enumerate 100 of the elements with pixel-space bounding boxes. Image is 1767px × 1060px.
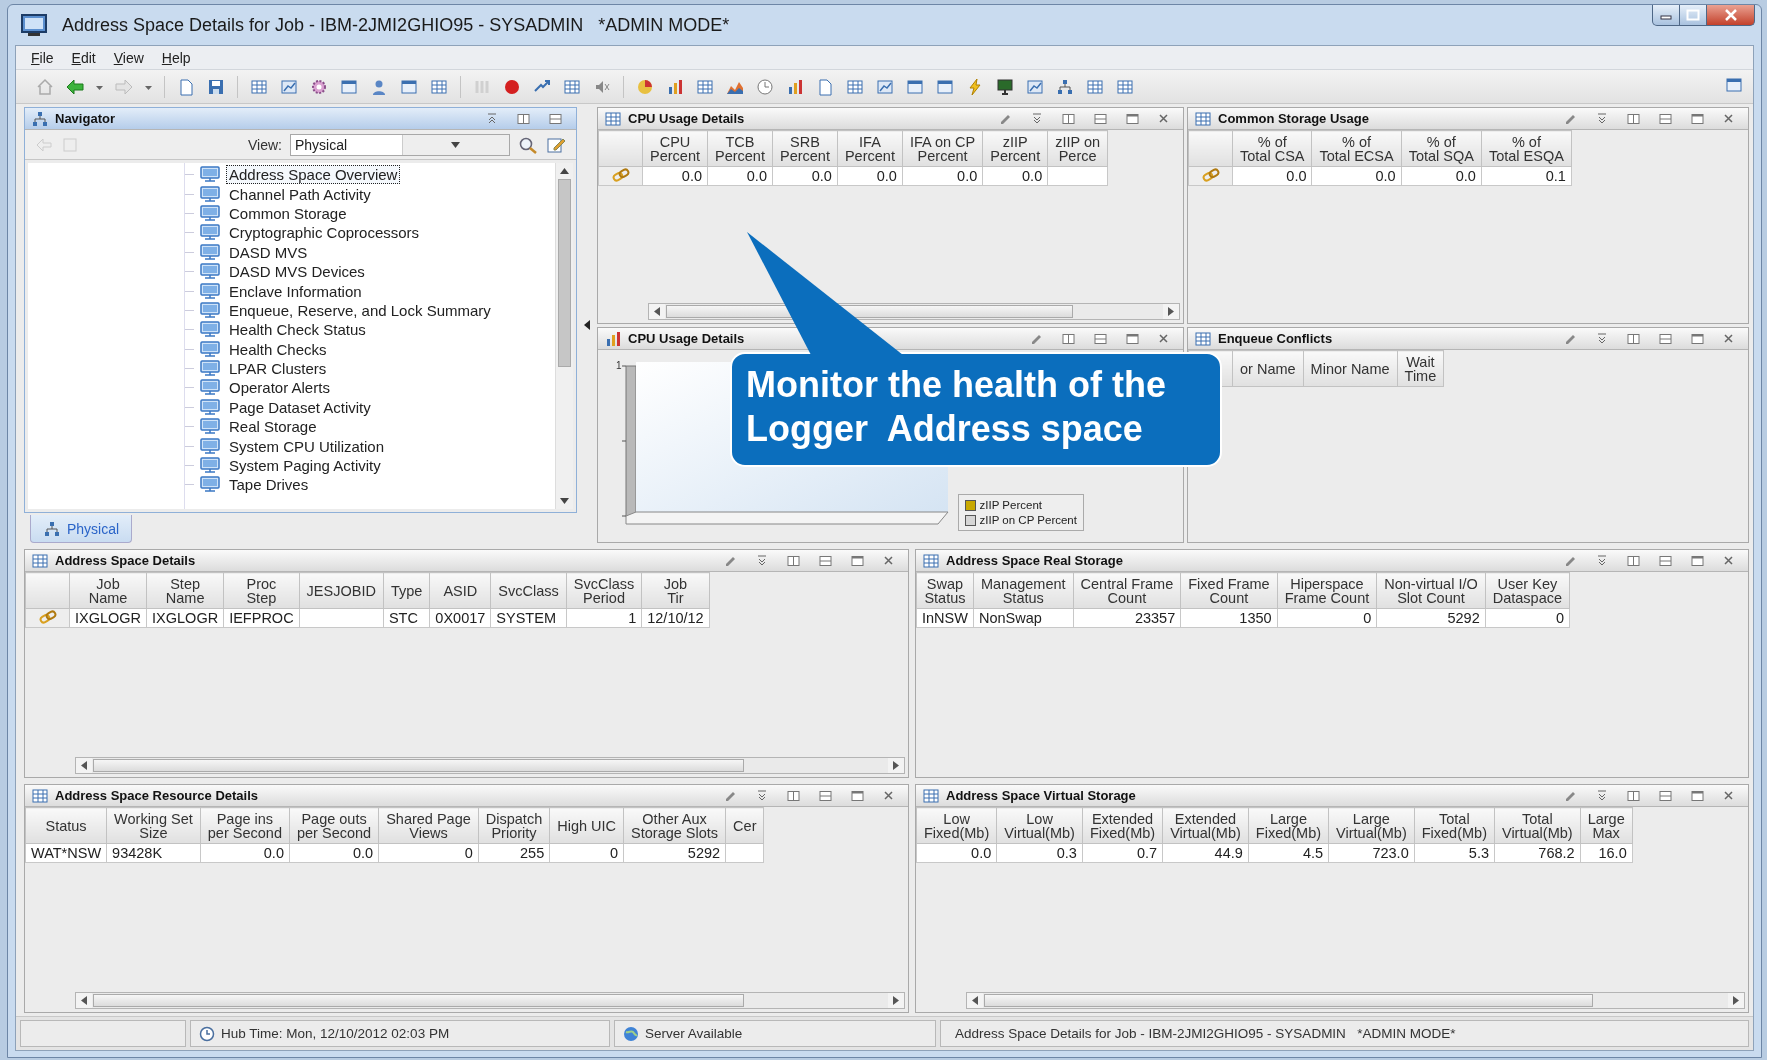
column-header[interactable]: Extended Virtual(Mb) [1162,807,1249,844]
menu-item[interactable]: Edit [64,47,103,68]
pencil-icon[interactable] [725,554,737,567]
maximize-button[interactable] [1680,5,1707,26]
split-vertical-icon[interactable] [1627,112,1640,125]
pencil-icon[interactable] [1565,112,1577,125]
chart-icon[interactable] [876,77,894,96]
column-header[interactable]: Hiperspace Frame Count [1277,572,1377,609]
column-header[interactable]: CPU Percent [642,130,708,167]
column-header[interactable]: Step Name [146,572,224,609]
tree-item[interactable]: Channel Path Activity [226,184,374,204]
close-icon[interactable] [1723,113,1734,124]
tree-item[interactable]: System CPU Utilization [226,436,388,456]
column-header[interactable]: % of Total CSA [1232,130,1312,167]
column-header[interactable]: Fixed Frame Count [1180,572,1278,609]
split-vertical-icon[interactable] [517,112,530,125]
maximize-icon[interactable] [1126,332,1139,345]
column-header[interactable]: Extended Fixed(Mb) [1082,807,1163,844]
close-icon[interactable] [1158,113,1169,124]
close-icon[interactable] [883,555,894,566]
column-header[interactable]: Large Max [1580,807,1633,844]
tree-item[interactable]: DASD MVS [226,242,311,262]
tree-item[interactable]: Address Space Overview [226,165,401,185]
column-header[interactable]: Job Tir [641,572,710,609]
close-icon[interactable] [1723,555,1734,566]
maximize-icon[interactable] [1691,789,1704,802]
column-header[interactable]: Central Frame Count [1073,572,1181,609]
column-header[interactable]: Page outs per Second [289,807,379,844]
column-header[interactable]: Large Fixed(Mb) [1248,807,1329,844]
pencil-icon[interactable] [1565,332,1577,345]
split-horizontal-icon[interactable] [819,554,832,567]
scroll-right-icon[interactable] [1733,996,1739,1005]
column-header[interactable]: Other Aux Storage Slots [623,807,726,844]
pencil-icon[interactable] [1565,554,1577,567]
column-header[interactable]: Non-virtual I/O Slot Count [1376,572,1486,609]
search-icon[interactable] [518,135,538,154]
tree-item[interactable]: Operator Alerts [226,378,333,398]
menu-item[interactable]: Help [154,47,198,68]
split-vertical-icon[interactable] [787,789,800,802]
maximize-icon[interactable] [1126,112,1139,125]
column-header[interactable]: Total Virtual(Mb) [1494,807,1581,844]
chart-icon[interactable] [1026,77,1044,96]
column-header[interactable]: Low Fixed(Mb) [916,807,997,844]
column-header[interactable]: Management Status [973,572,1074,609]
column-header[interactable]: JESJOBID [299,572,384,609]
close-icon[interactable] [883,790,894,801]
tree-item[interactable]: Enqueue, Reserve, and Lock Summary [226,300,494,320]
column-header[interactable]: Large Virtual(Mb) [1328,807,1415,844]
column-header[interactable]: SvcClass [490,572,567,609]
window-icon[interactable] [906,77,924,96]
tree-item[interactable]: Page Dataset Activity [226,397,374,417]
tree-icon[interactable] [1056,77,1074,96]
scroll-left-icon[interactable] [972,996,978,1005]
scroll-right-icon[interactable] [1168,307,1174,316]
close-icon[interactable] [1723,790,1734,801]
gear-icon[interactable] [310,77,328,96]
column-header[interactable]: zIIP Percent [982,130,1048,167]
tree-item[interactable]: DASD MVS Devices [226,262,368,282]
scroll-up-icon[interactable] [560,168,569,174]
table-icon[interactable] [1086,77,1104,96]
collapse-arrow-icon[interactable] [584,320,590,330]
close-button[interactable] [1707,5,1755,26]
tree-item[interactable]: Enclave Information [226,281,365,301]
tree-item[interactable]: LPAR Clusters [226,359,330,379]
column-header[interactable]: User Key Dataspace [1485,572,1570,609]
bar-chart-icon[interactable] [786,77,804,96]
collapse-icon[interactable] [756,789,768,802]
navigator-tab[interactable]: Physical [30,515,133,543]
column-header[interactable]: Proc Step [223,572,300,609]
split-vertical-icon[interactable] [1062,112,1075,125]
menu-item[interactable]: File [24,47,61,68]
table-icon[interactable] [250,77,268,96]
close-icon[interactable] [1158,333,1169,344]
column-header[interactable]: TCB Percent [707,130,773,167]
pencil-icon[interactable] [725,789,737,802]
horizontal-scrollbar[interactable] [75,992,905,1009]
split-vertical-icon[interactable] [787,554,800,567]
horizontal-scrollbar[interactable] [75,757,905,774]
monitor-icon[interactable] [996,77,1014,96]
scroll-down-icon[interactable] [560,498,569,504]
scroll-right-icon[interactable] [893,996,899,1005]
lightning-icon[interactable] [966,77,984,96]
column-header[interactable]: Working Set Size [106,807,201,844]
tree-item[interactable]: Health Checks [226,339,330,359]
view-dropdown[interactable]: Physical [290,133,510,156]
split-horizontal-icon[interactable] [1659,112,1672,125]
split-horizontal-icon[interactable] [1094,112,1107,125]
column-header[interactable]: Status [25,807,107,844]
split-horizontal-icon[interactable] [819,789,832,802]
table-icon[interactable] [1116,77,1134,96]
column-header[interactable]: SvcClass Period [566,572,642,609]
maximize-icon[interactable] [1691,112,1704,125]
pencil-icon[interactable] [1000,112,1012,125]
collapse-icon[interactable] [1596,332,1608,345]
column-header[interactable]: % of Total ECSA [1312,130,1402,167]
column-header[interactable]: Type [383,572,430,609]
split-horizontal-icon[interactable] [1094,332,1107,345]
table-icon[interactable] [696,77,714,96]
split-vertical-icon[interactable] [1062,332,1075,345]
tree-item[interactable]: Cryptographic Coprocessors [226,223,423,243]
